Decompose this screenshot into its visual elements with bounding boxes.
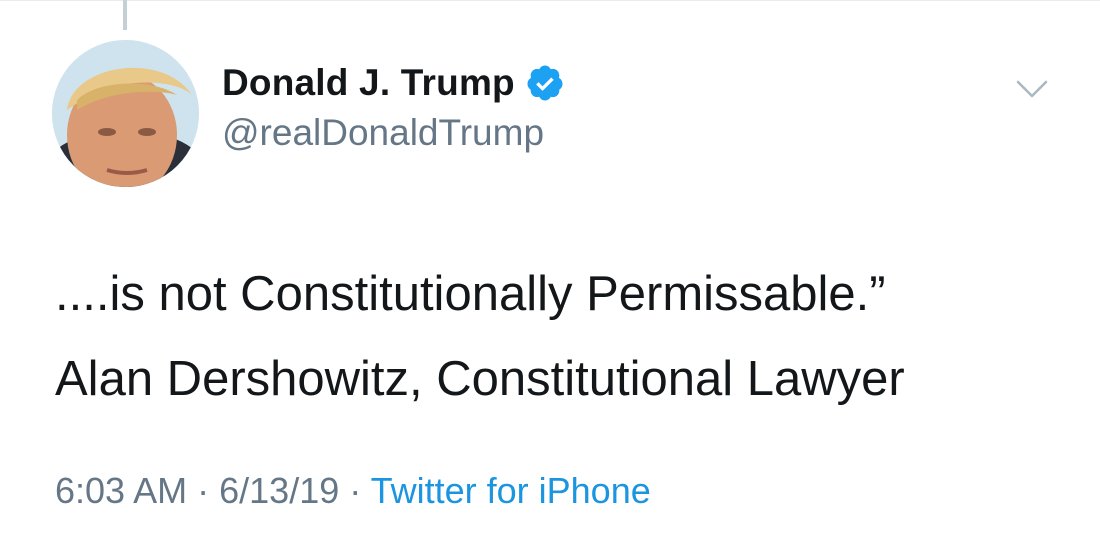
verified-badge-icon xyxy=(525,63,565,103)
thread-connector-line xyxy=(123,0,127,30)
tweet-time[interactable]: 6:03 AM xyxy=(55,470,187,511)
divider xyxy=(0,0,1100,1)
tweet-source-link[interactable]: Twitter for iPhone xyxy=(371,470,651,511)
meta-separator: · xyxy=(197,470,210,511)
tweet-text-line: ....is not Constitutionally Permissable.… xyxy=(55,267,886,321)
tweet-text-line: Alan Dershowitz, Constitutional Lawyer xyxy=(55,352,905,406)
tweet-date[interactable]: 6/13/19 xyxy=(219,470,339,511)
user-handle[interactable]: @realDonaldTrump xyxy=(222,112,544,154)
meta-separator: · xyxy=(349,470,362,511)
tweet-text: ....is not Constitutionally Permissable.… xyxy=(55,252,905,422)
display-name[interactable]: Donald J. Trump xyxy=(222,62,515,104)
avatar[interactable] xyxy=(52,40,199,187)
name-row: Donald J. Trump xyxy=(222,58,565,108)
chevron-down-icon[interactable] xyxy=(1012,74,1052,104)
avatar-portrait xyxy=(52,40,199,187)
tweet-card[interactable]: Donald J. Trump @realDonaldTrump ....is … xyxy=(0,0,1100,553)
tweet-metadata: 6:03 AM · 6/13/19 · Twitter for iPhone xyxy=(55,470,651,512)
